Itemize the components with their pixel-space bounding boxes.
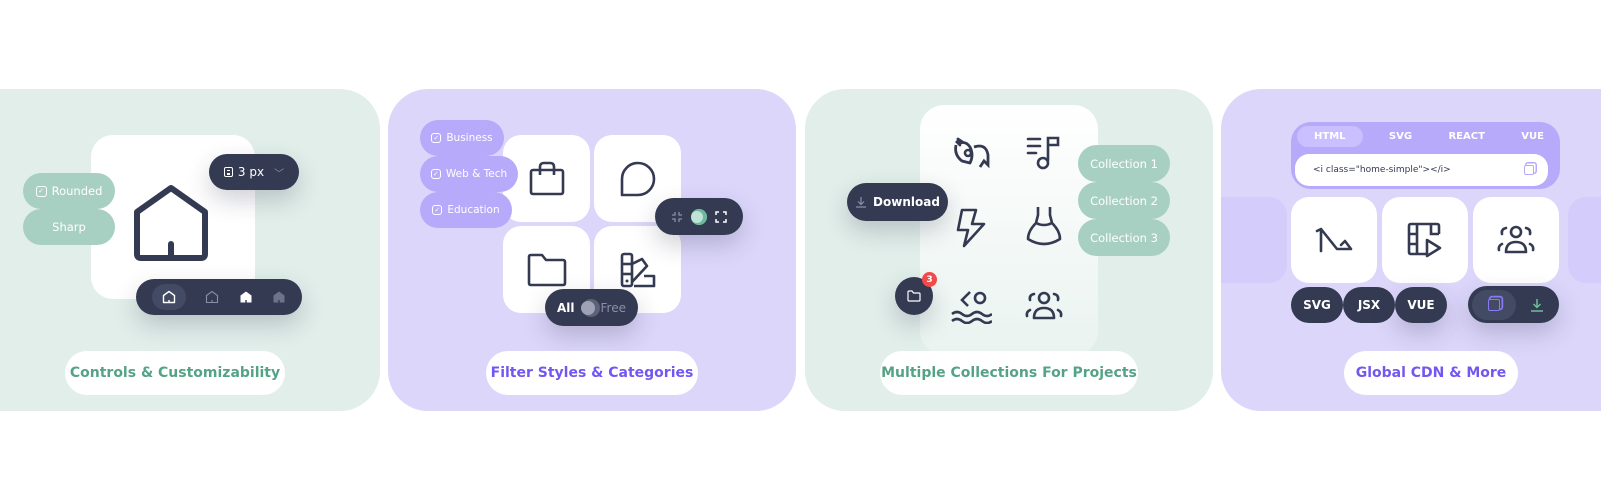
copy-button[interactable] xyxy=(1472,289,1516,320)
minimize-icon xyxy=(672,211,682,222)
chat-bubble-icon xyxy=(620,161,655,196)
card-title: Global CDN & More xyxy=(1344,351,1518,395)
home-solid-muted-icon xyxy=(273,291,285,303)
variant-outline-button[interactable] xyxy=(151,284,186,310)
dress-icon xyxy=(1026,207,1062,246)
copy-icon xyxy=(1488,298,1500,311)
category-business[interactable]: ✓ Business xyxy=(420,120,504,156)
size-toggle[interactable] xyxy=(655,198,743,235)
checkbox-icon: ✓ xyxy=(432,205,443,215)
category-web-tech[interactable]: ✓ Web & Tech xyxy=(420,156,518,192)
stroke-width-select[interactable]: 3 px ﹀ xyxy=(209,154,299,190)
folder-icon xyxy=(527,253,566,286)
collection-2[interactable]: Collection 2 xyxy=(1078,182,1170,219)
icon-tile-group[interactable] xyxy=(1473,197,1559,283)
tile-ghost-right xyxy=(1568,197,1601,283)
style-option-sharp[interactable]: Sharp xyxy=(23,209,115,245)
card-cdn: HTML SVG REACT VUE <i class="home-simple… xyxy=(1221,89,1601,411)
home-outline-thin-icon xyxy=(206,290,219,304)
home-solid-icon xyxy=(240,291,252,303)
shopping-bag-icon xyxy=(529,161,564,195)
copy-icon[interactable] xyxy=(1524,165,1534,175)
download-button[interactable]: Download xyxy=(847,183,948,221)
code-panel: HTML SVG REACT VUE <i class="home-simple… xyxy=(1291,122,1560,189)
icon-variant-bar xyxy=(136,279,302,315)
category-education[interactable]: ✓ Education xyxy=(420,192,512,228)
sign-language-icon xyxy=(954,137,990,169)
collection-1[interactable]: Collection 1 xyxy=(1078,145,1170,182)
stroke-icon xyxy=(223,167,233,177)
checkbox-icon: ✓ xyxy=(431,133,442,143)
format-jsx-button[interactable]: JSX xyxy=(1343,287,1395,323)
music-note-icon xyxy=(1026,136,1060,170)
toggle-switch[interactable] xyxy=(580,300,595,315)
maximize-icon xyxy=(715,210,727,223)
icon-tile-heel[interactable] xyxy=(1291,197,1377,283)
lightning-icon xyxy=(956,208,986,248)
group-icon xyxy=(1497,225,1535,254)
card-collections: Download 3 Collection 1 Collection 2 Col… xyxy=(805,89,1213,411)
download-icon xyxy=(1531,298,1543,312)
variant-thin-button[interactable] xyxy=(205,290,219,304)
tab-svg[interactable]: SVG xyxy=(1379,126,1422,147)
group-icon xyxy=(1025,291,1063,320)
folder-icon xyxy=(907,290,921,302)
tab-html[interactable]: HTML xyxy=(1297,126,1363,147)
collection-3[interactable]: Collection 3 xyxy=(1078,219,1170,256)
variant-muted-button[interactable] xyxy=(272,290,286,304)
folder-count-badge: 3 xyxy=(922,272,937,287)
download-button[interactable] xyxy=(1519,298,1555,312)
style-option-rounded[interactable]: ✓ Rounded xyxy=(23,173,115,209)
tile-ghost-left xyxy=(1221,197,1287,283)
card-controls: ✓ Rounded Sharp 3 px ﹀ Controls & Custom… xyxy=(0,89,380,411)
toggle-switch[interactable] xyxy=(691,208,707,225)
checkbox-icon: ✓ xyxy=(35,185,47,197)
copy-download-bar xyxy=(1468,286,1559,323)
home-outline-icon xyxy=(162,290,175,304)
format-vue-button[interactable]: VUE xyxy=(1395,287,1447,323)
code-snippet-field[interactable]: <i class="home-simple"></i> xyxy=(1295,154,1548,186)
swimming-icon xyxy=(951,291,992,324)
format-svg-button[interactable]: SVG xyxy=(1291,287,1343,323)
card-title: Multiple Collections For Projects xyxy=(880,351,1138,395)
tab-react[interactable]: REACT xyxy=(1438,126,1494,147)
collection-panel xyxy=(920,105,1098,355)
chevron-down-icon: ﹀ xyxy=(274,168,285,180)
card-title: Filter Styles & Categories xyxy=(486,351,698,395)
film-play-icon xyxy=(1407,222,1442,258)
download-icon xyxy=(856,197,867,208)
icon-tile-film[interactable] xyxy=(1382,197,1468,283)
card-filters: ✓ Business ✓ Web & Tech ✓ Education All Fre… xyxy=(388,89,796,411)
tab-vue[interactable]: VUE xyxy=(1511,126,1554,147)
home-icon xyxy=(134,185,208,261)
color-swatch-icon xyxy=(620,252,655,287)
variant-solid-button[interactable] xyxy=(239,290,253,304)
card-title: Controls & Customizability xyxy=(65,351,285,395)
checkbox-icon: ✓ xyxy=(430,169,441,179)
high-heel-icon xyxy=(1315,227,1353,253)
price-toggle[interactable]: All Free xyxy=(545,289,638,326)
